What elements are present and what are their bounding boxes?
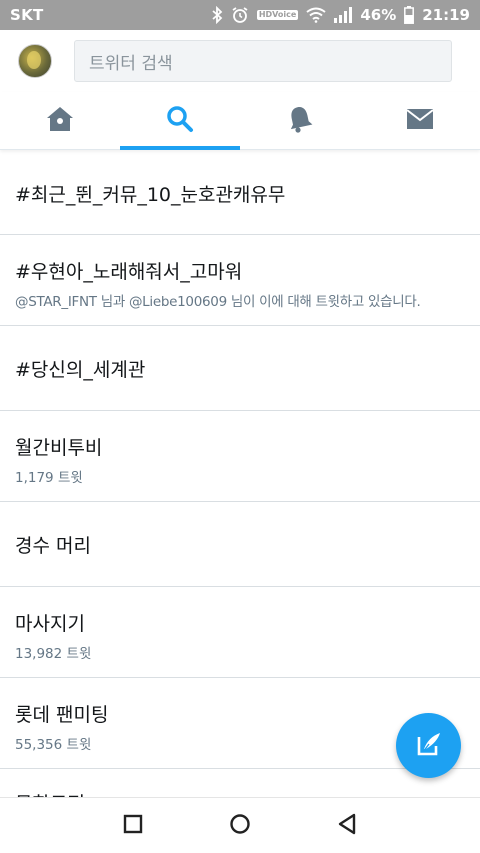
back-triangle-icon bbox=[337, 813, 357, 839]
context-user-1[interactable]: @STAR_IFNT bbox=[15, 294, 97, 310]
circle-icon bbox=[229, 813, 251, 839]
tab-home[interactable] bbox=[0, 92, 120, 149]
home-icon bbox=[46, 106, 74, 136]
compose-button[interactable] bbox=[396, 713, 461, 778]
search-icon bbox=[166, 105, 194, 137]
tab-notifications[interactable] bbox=[240, 92, 360, 149]
trend-title: 롯데 팬미팅 bbox=[15, 704, 109, 726]
signal-icon bbox=[334, 7, 353, 23]
trend-item[interactable]: 경수 머리 bbox=[0, 502, 480, 587]
search-header: 트위터 검색 bbox=[0, 30, 480, 92]
trend-title: #우현아_노래해줘서_고마워 bbox=[15, 261, 243, 283]
square-icon bbox=[123, 814, 143, 838]
trend-tweet-count: 1,179 트윗 bbox=[15, 470, 83, 486]
trend-title: #당신의_세계관 bbox=[15, 359, 146, 381]
system-nav-bar bbox=[0, 797, 480, 853]
home-button[interactable] bbox=[220, 806, 260, 846]
bell-icon bbox=[287, 105, 313, 137]
trend-title: 마사지기 bbox=[15, 613, 85, 635]
trend-item[interactable]: #우현아_노래해줘서_고마워 @STAR_IFNT 님과 @Liebe10060… bbox=[0, 235, 480, 326]
clock: 21:19 bbox=[422, 6, 470, 24]
context-user-2[interactable]: @Liebe100609 bbox=[129, 294, 227, 310]
avatar[interactable] bbox=[18, 44, 52, 78]
mail-icon bbox=[406, 108, 434, 134]
bluetooth-icon bbox=[211, 6, 223, 24]
tab-bar bbox=[0, 92, 480, 150]
status-bar: SKT HD Voice 46% 21:19 bbox=[0, 0, 480, 30]
trend-context: @STAR_IFNT 님과 @Liebe100609 님이 이에 대해 트윗하고… bbox=[15, 290, 465, 310]
search-input[interactable]: 트위터 검색 bbox=[74, 40, 452, 82]
wifi-icon bbox=[306, 7, 326, 23]
trend-item[interactable]: #당신의_세계관 bbox=[0, 326, 480, 411]
search-placeholder: 트위터 검색 bbox=[89, 53, 173, 74]
tab-messages[interactable] bbox=[360, 92, 480, 149]
alarm-icon bbox=[231, 6, 249, 24]
trend-item[interactable]: 마사지기 13,982 트윗 bbox=[0, 587, 480, 678]
carrier-label: SKT bbox=[10, 6, 44, 24]
context-text: 님과 bbox=[96, 294, 129, 310]
back-button[interactable] bbox=[327, 806, 367, 846]
trend-item[interactable]: 월간비투비 1,179 트윗 bbox=[0, 411, 480, 502]
trend-title: 월간비투비 bbox=[15, 437, 103, 459]
compose-icon bbox=[414, 729, 444, 763]
recents-button[interactable] bbox=[113, 806, 153, 846]
battery-percent: 46% bbox=[360, 6, 397, 24]
trend-item[interactable]: #최근_뛴_커뮤_10_눈호관캐유무 bbox=[0, 151, 480, 235]
trend-tweet-count: 13,982 트윗 bbox=[15, 646, 92, 662]
hd-voice-icon: HD Voice bbox=[256, 10, 299, 20]
context-text: 님이 이에 대해 트윗하고 있습니다. bbox=[226, 294, 421, 310]
trend-title: #최근_뛴_커뮤_10_눈호관캐유무 bbox=[15, 184, 286, 206]
trend-title: 경수 머리 bbox=[15, 535, 91, 557]
tab-search[interactable] bbox=[120, 92, 240, 150]
battery-icon bbox=[404, 6, 415, 24]
